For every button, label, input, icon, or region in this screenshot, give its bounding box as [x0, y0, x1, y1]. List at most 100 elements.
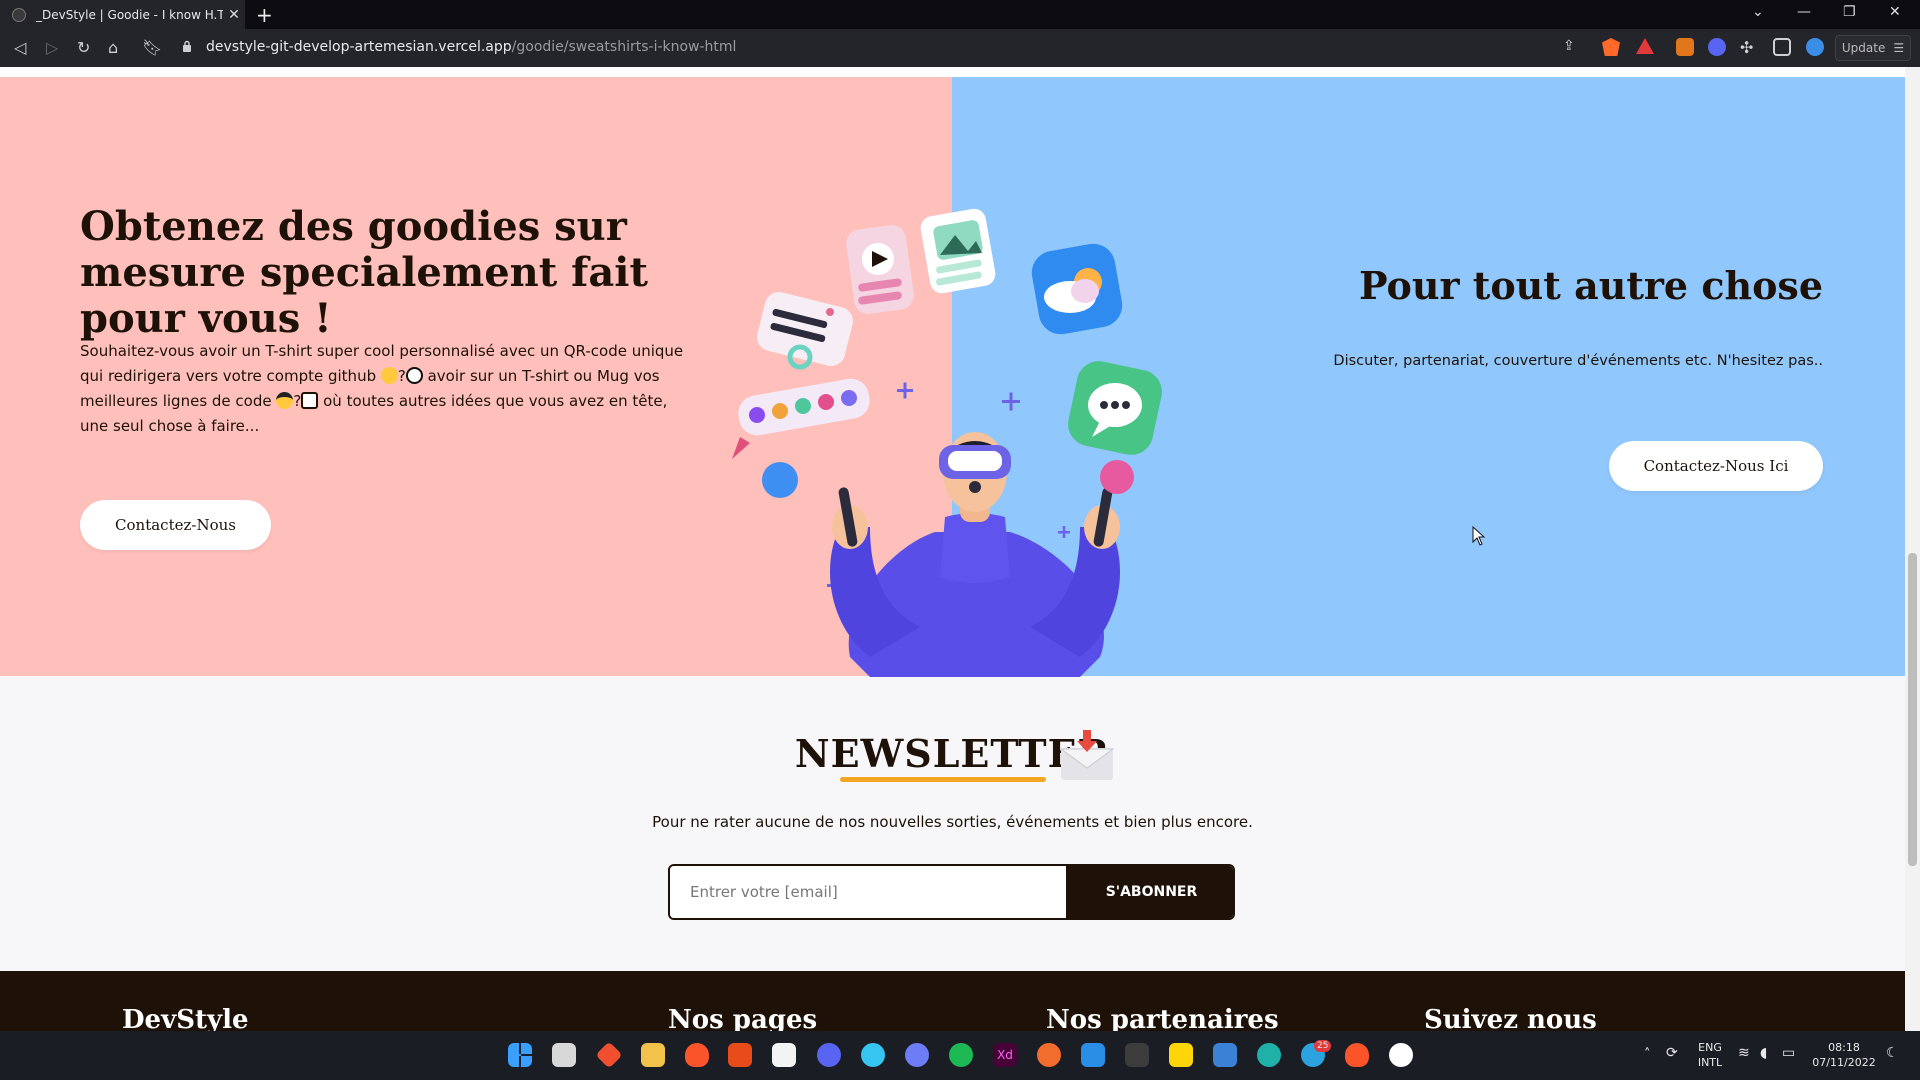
footer-pages-heading: Nos pages	[668, 1005, 818, 1031]
site-favicon-icon	[12, 7, 26, 22]
scrollbar-track[interactable]	[1905, 67, 1920, 1031]
discord-icon[interactable]	[817, 1043, 841, 1067]
telegram-badge: 25	[1314, 1040, 1332, 1052]
winking-face-icon	[380, 367, 398, 384]
wifi-icon[interactable]: ≋	[1738, 1046, 1750, 1061]
tray-overflow-icon[interactable]: ˄	[1644, 1047, 1651, 1062]
url-host: devstyle-git-develop-artemesian.vercel.a…	[206, 39, 512, 55]
sticky-notes-icon[interactable]	[1169, 1043, 1193, 1067]
tab-strip: _DevStyle | Goodie - I know H.T.M ✕ + ⌄ …	[0, 0, 1920, 29]
address-bar[interactable]: devstyle-git-develop-artemesian.vercel.a…	[206, 39, 736, 55]
terminal-icon[interactable]	[1125, 1043, 1149, 1067]
close-window-icon[interactable]: ✕	[1889, 4, 1901, 20]
extensions-puzzle-icon[interactable]: ✣	[1740, 38, 1758, 57]
tab-close-icon[interactable]: ✕	[223, 7, 245, 23]
chat-icon[interactable]	[905, 1043, 929, 1067]
footer-follow-heading: Suivez nous	[1424, 1005, 1597, 1031]
restore-icon[interactable]: ❐	[1843, 4, 1856, 20]
contact-us-here-button[interactable]: Contactez-Nous Ici	[1609, 441, 1823, 491]
mouse-cursor-icon	[1472, 526, 1486, 546]
newsletter-title: NEWSLETTER	[794, 731, 1111, 776]
footer-brand[interactable]: DevStyle	[122, 1005, 249, 1031]
email-input[interactable]	[670, 866, 1066, 918]
update-label: Update	[1841, 41, 1886, 55]
clock[interactable]: 08:18 07/11/2022	[1812, 1040, 1876, 1070]
browser-toolbar: ◁ ▷ ↻ ⌂ 🔖︎ devstyle-git-develop-artemesi…	[0, 29, 1920, 67]
goodies-heading: Obtenez des goodies sur mesure specialem…	[80, 203, 648, 342]
tab-search-icon[interactable]: ⌄	[1752, 4, 1764, 20]
reload-icon[interactable]: ↻	[77, 38, 90, 57]
share-icon[interactable]: ⇪	[1563, 38, 1575, 54]
message-card-icon	[757, 291, 853, 370]
battery-icon[interactable]: ▭	[1782, 1046, 1795, 1061]
language-code: ENG	[1698, 1041, 1722, 1054]
juggler-illustration	[732, 208, 1162, 677]
update-button[interactable]: Update ☰	[1835, 35, 1911, 61]
extension-icon[interactable]	[1708, 38, 1726, 56]
blue-ball-icon	[762, 462, 798, 498]
vscode-icon[interactable]	[1081, 1043, 1105, 1067]
file-explorer-icon[interactable]	[641, 1043, 665, 1067]
office-icon[interactable]	[728, 1043, 752, 1067]
wallet-icon[interactable]	[1773, 38, 1791, 56]
sync-icon[interactable]: ⟳	[1666, 1046, 1678, 1061]
chat-app-icon	[1068, 361, 1162, 455]
profile-icon[interactable]	[1806, 38, 1824, 56]
url-path: /goodie/sweatshirts-i-know-html	[511, 39, 737, 55]
minimize-icon[interactable]: —	[1797, 4, 1811, 20]
brave-rewards-icon[interactable]	[1636, 38, 1654, 54]
app-icon[interactable]	[1389, 1043, 1413, 1067]
menu-icon: ☰	[1893, 41, 1905, 55]
newsletter-form: S'ABONNER	[668, 864, 1235, 920]
weather-app-icon	[1031, 243, 1123, 335]
newsletter-underline	[840, 777, 1046, 782]
github-icon	[405, 367, 423, 384]
clock-date: 07/11/2022	[1812, 1056, 1876, 1069]
metamask-icon[interactable]	[1676, 38, 1694, 56]
home-icon[interactable]: ⌂	[108, 38, 118, 57]
scrollbar-thumb[interactable]	[1908, 553, 1917, 866]
new-tab-button[interactable]: +	[256, 3, 273, 27]
spotify-icon[interactable]	[949, 1043, 973, 1067]
juggler-character	[762, 432, 1134, 677]
contact-us-button[interactable]: Contactez-Nous	[80, 500, 271, 550]
back-icon[interactable]: ◁	[14, 38, 26, 57]
lock-icon	[183, 40, 191, 52]
sunglasses-face-icon	[276, 392, 294, 409]
image-card-icon	[920, 208, 996, 294]
clock-time: 08:18	[1828, 1041, 1860, 1054]
tab-title: _DevStyle | Goodie - I know H.T.M	[36, 7, 223, 22]
other-description: Discuter, partenariat, couverture d'évén…	[1333, 353, 1823, 369]
other-heading: Pour tout autre chose	[1359, 263, 1823, 308]
newsletter-subtitle: Pour ne rater aucune de nos nouvelles so…	[652, 813, 1253, 831]
subscribe-button[interactable]: S'ABONNER	[1066, 866, 1233, 918]
notifications-icon[interactable]: ☾	[1886, 1046, 1899, 1061]
goodies-text-part: ?	[397, 367, 406, 385]
app-icon[interactable]	[772, 1043, 796, 1067]
footer: DevStyle Nos pages Nos partenaires Suive…	[0, 971, 1905, 1031]
browser-tab[interactable]: _DevStyle | Goodie - I know H.T.M ✕	[0, 0, 245, 29]
brave-nightly-icon[interactable]	[1345, 1043, 1369, 1067]
volume-icon[interactable]: ◖	[1760, 1046, 1767, 1061]
task-view-icon[interactable]	[552, 1043, 576, 1067]
section-divider	[0, 67, 1905, 77]
goodies-description: Souhaitez-vous avoir un T-shirt super co…	[80, 339, 695, 439]
pink-ball-icon	[1100, 460, 1134, 494]
adobe-xd-icon[interactable]: Xd	[993, 1043, 1017, 1067]
goodies-text-part: ?	[293, 392, 302, 410]
footer-partners-heading: Nos partenaires	[1046, 1005, 1279, 1031]
bookmark-icon[interactable]: 🔖︎	[142, 38, 162, 57]
app-icon[interactable]	[1213, 1043, 1237, 1067]
brave-browser-icon[interactable]	[685, 1043, 709, 1067]
vscode-icon	[301, 392, 319, 409]
postman-icon[interactable]	[1037, 1043, 1061, 1067]
keyboard-layout: INTL	[1697, 1056, 1723, 1069]
presentation-card-icon	[846, 225, 914, 314]
envelope-inbox-icon	[1059, 730, 1115, 780]
color-palette-card-icon	[732, 378, 870, 459]
language-indicator[interactable]: ENG INTL	[1695, 1040, 1725, 1070]
forward-icon[interactable]: ▷	[46, 38, 58, 57]
edge-icon[interactable]	[1257, 1043, 1281, 1067]
slack-icon[interactable]	[861, 1043, 885, 1067]
page-content: Obtenez des goodies sur mesure specialem…	[0, 67, 1905, 1031]
